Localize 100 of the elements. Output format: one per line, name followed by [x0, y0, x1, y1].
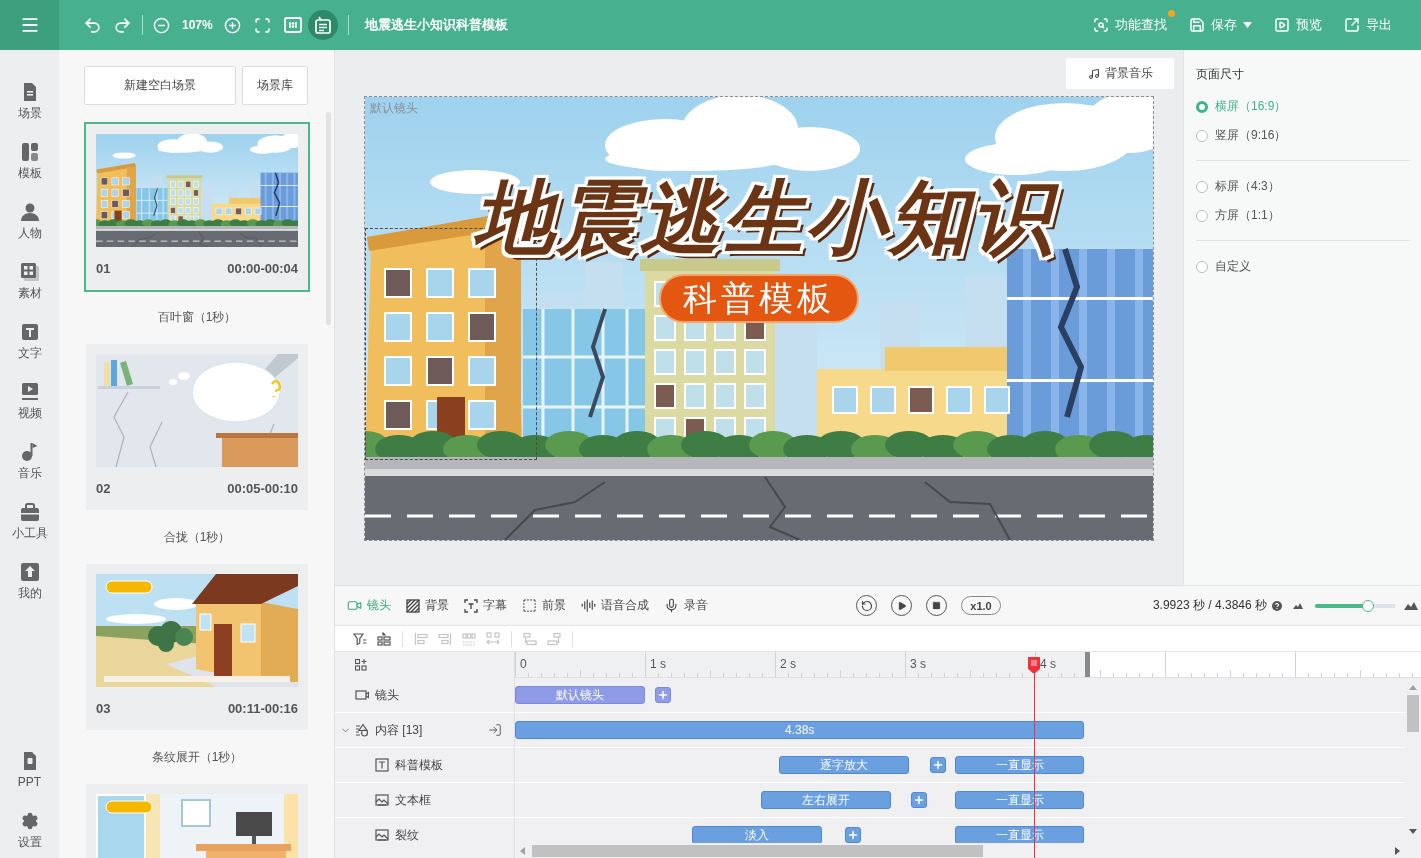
scrollbar-thumb[interactable] [1407, 695, 1419, 732]
fit-screen-icon [254, 16, 272, 34]
scroll-left-icon [520, 847, 525, 855]
nav-item[interactable]: 素材 [17, 261, 42, 300]
timeline-tab[interactable]: 字幕 [464, 597, 507, 614]
layers-icon [377, 631, 391, 646]
scene-number: 02 [96, 481, 111, 496]
stop-icon [932, 601, 941, 610]
scroll-up-icon [1409, 685, 1417, 690]
subtitle-icon [464, 598, 478, 613]
nav-item[interactable]: 模板 [17, 141, 42, 180]
playhead-handle[interactable] [1028, 657, 1041, 674]
export-icon [1344, 17, 1360, 33]
audio-wave-icon [581, 598, 596, 613]
slider-thumb[interactable] [1361, 599, 1374, 612]
camera-frame-icon [355, 688, 369, 702]
ruler-label: 0 [520, 657, 527, 671]
search-icon [1093, 17, 1109, 33]
scene-library-button[interactable]: 场景库 [242, 66, 308, 105]
scene-card[interactable]: 02 00:05-00:10 [86, 344, 308, 510]
add-clip-button[interactable] [929, 757, 946, 773]
size-option[interactable]: 标屏（4:3） [1196, 172, 1280, 201]
nav-item[interactable]: 设置 [17, 810, 42, 849]
filter-button[interactable] [352, 630, 368, 647]
undo-icon [82, 15, 102, 35]
ruler-label: 1 s [650, 657, 666, 671]
export-icon [488, 723, 502, 737]
plus-icon [912, 794, 925, 806]
help-icon [1272, 600, 1282, 611]
image-grid-icon [20, 263, 39, 281]
align-right-icon [438, 631, 452, 646]
timeline-tab[interactable]: 前景 [522, 597, 566, 614]
plus-icon [657, 689, 669, 701]
nav-item[interactable]: 我的 [17, 561, 42, 600]
plus-icon [847, 829, 860, 841]
ruler-label: 4 s [1040, 657, 1056, 671]
panel-title: 页面尺寸 [1196, 67, 1245, 81]
upload-icon [20, 563, 39, 581]
track-name: 裂纹 [395, 826, 419, 843]
export-track-button[interactable] [488, 723, 502, 737]
size-option[interactable]: 方屏（1:1） [1196, 201, 1280, 230]
timeline-tab[interactable]: 录音 [664, 597, 708, 614]
add-clip-button[interactable] [655, 687, 671, 703]
nav-item[interactable]: 场景 [17, 81, 42, 120]
transition-label[interactable]: 条纹展开（1秒） [151, 748, 243, 766]
size-option[interactable]: 自定义 [1196, 252, 1251, 281]
layers-button[interactable] [376, 630, 392, 647]
size-option[interactable]: 竖屏（9:16） [1196, 121, 1287, 150]
nav-item[interactable]: 小工具 [11, 501, 48, 540]
scene-time: 00:05-00:10 [227, 481, 298, 496]
layout-icon [20, 143, 39, 161]
nav-item[interactable]: 音乐 [17, 441, 42, 480]
document-title: 地震逃生小知识科普模板 [364, 16, 508, 34]
timeline-tab[interactable]: 语音合成 [581, 597, 649, 614]
play-icon [896, 600, 907, 611]
small-mountain-icon [1293, 602, 1303, 609]
dashed-square-icon [522, 598, 537, 613]
time-reading: 3.9923 秒 / 4.3846 秒 [1152, 597, 1267, 614]
distribute-icon [462, 631, 476, 646]
play-icon [1274, 17, 1290, 33]
background-music-button[interactable]: 背景音乐 [1066, 58, 1174, 89]
camera-label: 默认镜头 [370, 100, 418, 117]
spread-icon [486, 631, 500, 646]
scene-time: 00:00-00:04 [227, 261, 298, 276]
end-handle[interactable] [1085, 652, 1090, 677]
scrollbar-thumb[interactable] [532, 845, 983, 857]
transition-label[interactable]: 百叶窗（1秒） [157, 308, 237, 326]
plus-icon [931, 759, 944, 771]
large-mountain-icon [1404, 601, 1418, 610]
add-clip-button[interactable] [910, 792, 927, 808]
image-icon [375, 828, 389, 842]
briefcase-icon [20, 503, 39, 521]
nav-item[interactable]: 人物 [17, 201, 42, 240]
track-name: 镜头 [375, 686, 399, 704]
transition-label[interactable]: 合拢（1秒） [163, 528, 231, 546]
ruler-label: 2 s [780, 657, 796, 671]
save-icon [1189, 17, 1205, 33]
microphone-icon [664, 598, 679, 613]
menu-button[interactable] [0, 0, 59, 50]
nav-item[interactable]: PPT [17, 750, 42, 789]
scene-card[interactable]: 01 00:00-00:04 [84, 122, 310, 292]
music-note-icon [20, 443, 39, 461]
timeline-tab[interactable]: 背景 [406, 597, 449, 614]
scene-card[interactable]: 03 00:11-00:16 [86, 564, 308, 730]
nav-item[interactable]: 视频 [17, 381, 42, 420]
music-note-icon [1087, 67, 1100, 80]
subtitle-tool-button[interactable] [307, 10, 338, 40]
scene-number: 03 [96, 701, 111, 716]
new-scene-button[interactable]: 新建空白场景 [84, 66, 236, 105]
subtitle-board-icon [313, 16, 332, 34]
shapes-icon [355, 723, 369, 737]
image-icon [375, 793, 389, 807]
track-name: 内容 [13] [375, 721, 423, 739]
track-name: 文本框 [395, 791, 431, 809]
nav-item[interactable]: 文字 [17, 321, 42, 360]
scroll-down-icon [1409, 829, 1417, 834]
zoom-level: 107% [182, 18, 213, 32]
add-clip-button[interactable] [845, 827, 862, 843]
track-name: 科普模板 [395, 756, 443, 774]
rewind-icon [860, 599, 873, 612]
